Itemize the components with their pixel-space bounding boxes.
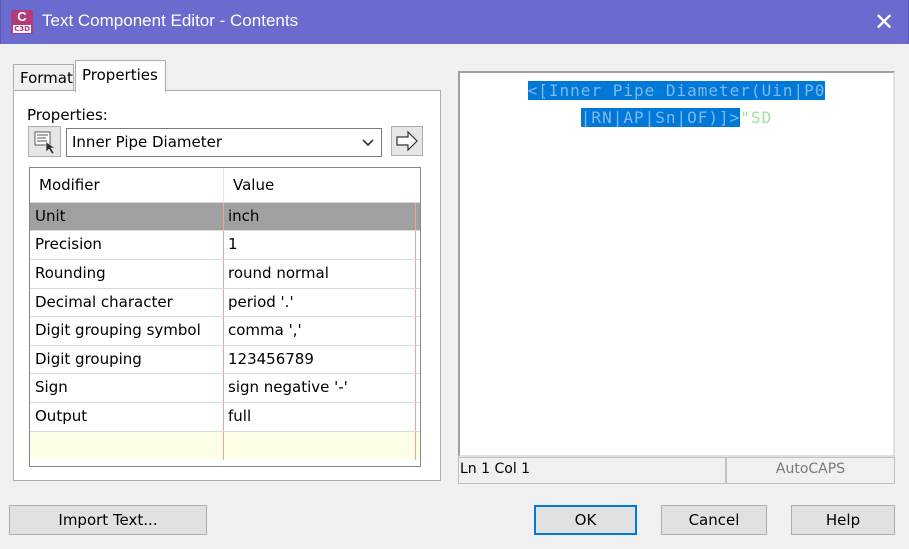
property-picker-button[interactable] [28, 126, 61, 157]
table-row[interactable]: Digit grouping symbol comma ',' [30, 316, 420, 345]
modifier-grid: Modifier Value Unit inch Precision 1 Rou… [29, 167, 421, 467]
modifier-cell: Unit [30, 203, 224, 231]
ok-button[interactable]: OK [534, 505, 637, 535]
window-title: Text Component Editor - Contents [42, 11, 299, 30]
modifier-cell: Rounding [30, 260, 224, 288]
new-row[interactable] [30, 431, 420, 460]
modifier-cell: Sign [30, 374, 224, 402]
help-button[interactable]: Help [791, 505, 895, 535]
table-row[interactable]: Sign sign negative '-' [30, 373, 420, 402]
value-cell[interactable]: comma ',' [224, 317, 416, 345]
value-cell[interactable]: full [224, 403, 416, 431]
value-cell[interactable]: round normal [224, 260, 416, 288]
modifier-cell: Digit grouping symbol [30, 317, 224, 345]
property-dropdown[interactable]: Inner Pipe Diameter [66, 128, 382, 157]
property-dropdown-value: Inner Pipe Diameter [72, 133, 223, 151]
modifier-cell: Precision [30, 231, 224, 259]
value-cell[interactable]: inch [224, 203, 416, 231]
chevron-down-icon [361, 129, 375, 166]
column-header-modifier[interactable]: Modifier [30, 168, 224, 202]
arrow-right-icon [396, 130, 418, 152]
table-row[interactable]: Digit grouping 123456789 [30, 345, 420, 374]
modifier-cell: Decimal character [30, 289, 224, 317]
table-row[interactable]: Rounding round normal [30, 259, 420, 288]
column-header-value[interactable]: Value [224, 168, 420, 202]
editor-text-tail: "SD [740, 108, 773, 127]
editor-content[interactable]: <[Inner Pipe Diameter(Uin|P0 |RN|AP|Sn|OF… [460, 77, 893, 131]
value-cell[interactable]: 123456789 [224, 346, 416, 374]
civil3d-app-icon: C C3D [11, 10, 33, 34]
table-row[interactable]: Decimal character period '.' [30, 288, 420, 317]
selected-text-line2: |RN|AP|Sn|OF)]> [580, 108, 741, 127]
text-editor[interactable]: <[Inner Pipe Diameter(Uin|P0 |RN|AP|Sn|OF… [458, 71, 895, 457]
list-picker-icon [34, 131, 56, 155]
tab-format[interactable]: Format [13, 64, 74, 92]
tab-properties[interactable]: Properties [75, 60, 166, 92]
properties-label: Properties: [27, 106, 108, 124]
value-cell[interactable]: period '.' [224, 289, 416, 317]
autocaps-status[interactable]: AutoCAPS [726, 457, 895, 484]
table-row[interactable]: Unit inch [30, 202, 420, 231]
cancel-button[interactable]: Cancel [661, 505, 767, 535]
table-row[interactable]: Precision 1 [30, 230, 420, 259]
selected-text-line1: <[Inner Pipe Diameter(Uin|P0 [527, 81, 826, 100]
cursor-position-status: Ln 1 Col 1 [458, 457, 726, 484]
insert-property-button[interactable] [391, 126, 423, 156]
modifier-cell[interactable] [30, 432, 224, 460]
table-row[interactable]: Output full [30, 402, 420, 431]
title-bar[interactable]: C C3D Text Component Editor - Contents ✕ [0, 0, 909, 44]
modifier-cell: Output [30, 403, 224, 431]
import-text-button[interactable]: Import Text... [9, 505, 207, 535]
close-icon[interactable]: ✕ [865, 4, 903, 40]
value-cell[interactable]: 1 [224, 231, 416, 259]
app-icon-letter: C [17, 9, 27, 24]
value-cell[interactable]: sign negative '-' [224, 374, 416, 402]
app-icon-badge: C3D [13, 25, 31, 33]
modifier-cell: Digit grouping [30, 346, 224, 374]
value-cell[interactable] [224, 432, 416, 460]
